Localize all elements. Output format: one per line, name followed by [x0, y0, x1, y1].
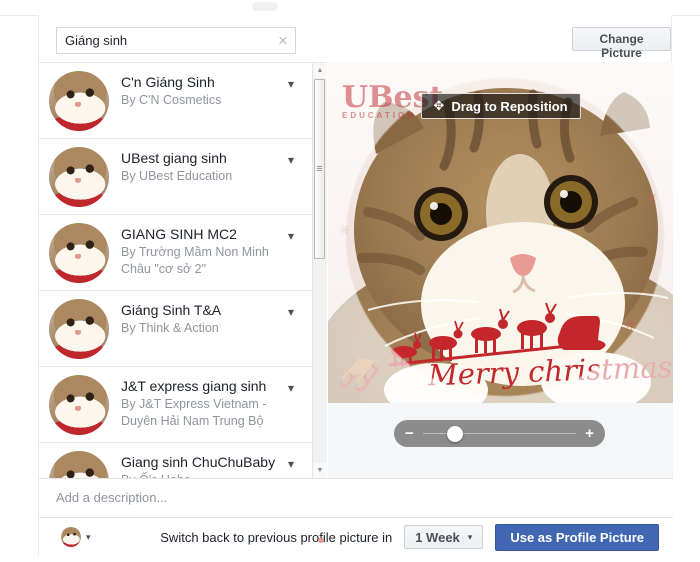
- frame-list-item[interactable]: Giang sinh ChuChuBaby By Ố'c Hehe ▾: [39, 443, 312, 478]
- frame-author: By UBest Education: [121, 168, 302, 185]
- frame-search-input[interactable]: [57, 33, 271, 48]
- audience-caret-icon: ▾: [86, 532, 91, 543]
- use-as-profile-picture-button[interactable]: Use as Profile Picture: [495, 524, 659, 551]
- profile-thumbnail: [61, 527, 81, 547]
- profile-picture-dialog-page: × Change Picture C'n Giáng Sinh By C'N C…: [0, 0, 700, 562]
- frame-list-item[interactable]: GIANG SINH MC2 By Trường Mầm Non Minh Ch…: [39, 215, 312, 291]
- change-picture-button[interactable]: Change Picture: [572, 27, 671, 51]
- frame-author: By C'N Cosmetics: [121, 92, 302, 109]
- preview-photo[interactable]: Merry christmas 🛷 ✳ ✳ ✳ UBest EDUCATION …: [328, 62, 673, 403]
- frame-options-caret-icon[interactable]: ▾: [288, 305, 294, 319]
- clear-search-icon[interactable]: ×: [271, 32, 295, 49]
- frame-title: Giang sinh ChuChuBaby: [121, 451, 302, 470]
- description-section: [39, 478, 673, 517]
- scrollbar-thumb[interactable]: [314, 79, 325, 259]
- frame-options-caret-icon[interactable]: ▾: [288, 77, 294, 91]
- frame-list: C'n Giáng Sinh By C'N Cosmetics ▾ UBest …: [39, 62, 313, 478]
- frame-preview-thumbnail: [49, 71, 109, 131]
- frame-title: Giáng Sinh T&A: [121, 299, 302, 318]
- frame-search-box: ×: [56, 27, 296, 54]
- frame-list-item[interactable]: UBest giang sinh By UBest Education ▾: [39, 139, 312, 215]
- frame-options-caret-icon[interactable]: ▾: [288, 153, 294, 167]
- frame-list-item[interactable]: J&T express giang sinh By J&T Express Vi…: [39, 367, 312, 443]
- zoom-out-icon[interactable]: −: [405, 426, 414, 441]
- frame-preview-thumbnail: [49, 299, 109, 359]
- frame-title: C'n Giáng Sinh: [121, 71, 302, 90]
- move-icon: ✥: [433, 98, 444, 114]
- zoom-slider-zone: − +: [328, 403, 673, 478]
- audience-selector[interactable]: ▾: [61, 527, 91, 547]
- page-artifact: [252, 2, 278, 11]
- drag-to-reposition-label: Drag to Reposition: [451, 99, 567, 114]
- profile-picture-preview: Merry christmas 🛷 ✳ ✳ ✳ UBest EDUCATION …: [328, 62, 673, 478]
- drag-to-reposition-button[interactable]: ✥ Drag to Reposition: [420, 93, 580, 119]
- frame-list-item[interactable]: C'n Giáng Sinh By C'N Cosmetics ▾: [39, 63, 312, 139]
- duration-dropdown[interactable]: 1 Week ▾: [404, 525, 483, 549]
- duration-caret-icon: ▾: [468, 532, 473, 543]
- frame-preview-thumbnail: [49, 451, 109, 478]
- duration-value: 1 Week: [415, 530, 460, 545]
- description-input[interactable]: [56, 490, 658, 505]
- frame-options-caret-icon[interactable]: ▾: [288, 381, 294, 395]
- frame-title: UBest giang sinh: [121, 147, 302, 166]
- frame-author: By J&T Express Vietnam - Duyên Hải Nam T…: [121, 396, 302, 430]
- frame-preview-thumbnail: [49, 223, 109, 283]
- zoom-slider-track[interactable]: [423, 433, 576, 434]
- dialog-footer: ▾ Switch back to previous profile pictur…: [39, 517, 673, 556]
- frame-title: J&T express giang sinh: [121, 375, 302, 394]
- frame-title: GIANG SINH MC2: [121, 223, 302, 242]
- zoom-in-icon[interactable]: +: [585, 426, 594, 441]
- frame-author: By Trường Mầm Non Minh Châu "cơ sở 2": [121, 244, 302, 278]
- frame-list-item[interactable]: Giáng Sinh T&A By Think & Action ▾: [39, 291, 312, 367]
- frame-list-scrollbar[interactable]: ▲ ▼: [313, 62, 327, 478]
- footer-actions: Switch back to previous profile picture …: [160, 524, 659, 551]
- scroll-up-icon[interactable]: ▲: [313, 63, 327, 78]
- switch-back-label: Switch back to previous profile picture …: [160, 530, 392, 545]
- zoom-slider[interactable]: − +: [394, 420, 605, 447]
- frame-options-caret-icon[interactable]: ▾: [288, 457, 294, 471]
- frame-options-caret-icon[interactable]: ▾: [288, 229, 294, 243]
- zoom-slider-handle[interactable]: [447, 426, 463, 442]
- frame-author: By Think & Action: [121, 320, 302, 337]
- frame-preview-thumbnail: [49, 147, 109, 207]
- scroll-down-icon[interactable]: ▼: [313, 463, 327, 478]
- profile-picture-dialog: × Change Picture C'n Giáng Sinh By C'N C…: [38, 15, 672, 556]
- frame-preview-thumbnail: [49, 375, 109, 435]
